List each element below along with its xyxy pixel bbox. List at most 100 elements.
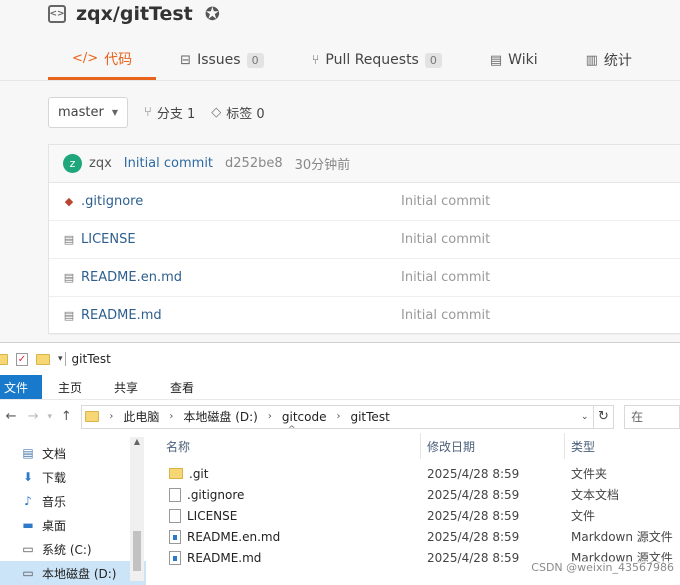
address-bar-row: ← → ▾ ↑ › 此电脑 › 本地磁盘 (D:) › gitcode › gi…	[0, 399, 680, 433]
download-icon: ⬇	[20, 470, 36, 484]
commit-author[interactable]: zqx	[89, 156, 112, 171]
chevron-down-icon[interactable]: ⌄	[577, 412, 593, 422]
nav-item-documents[interactable]: ▤ 文档	[0, 441, 146, 465]
file-name-link[interactable]: README.en.md	[81, 270, 401, 285]
table-row[interactable]: LICENSE 2025/4/28 8:59 文件	[160, 505, 680, 526]
nav-item-music[interactable]: ♪ 音乐	[0, 489, 146, 513]
properties-button[interactable]: ✓	[16, 353, 28, 366]
window-title: gitTest	[72, 352, 111, 366]
breadcrumb-gitcode[interactable]: gitcode	[282, 410, 327, 424]
ribbon-tab-share[interactable]: 共享	[98, 375, 154, 399]
breadcrumb-drive-d[interactable]: 本地磁盘 (D:)	[183, 408, 257, 425]
tab-issues[interactable]: ⊟ Issues 0	[156, 40, 287, 80]
search-input[interactable]: 在	[624, 405, 680, 429]
repo-tabs: </> 代码 ⊟ Issues 0 ⑂ Pull Requests 0 ▤ Wi…	[48, 40, 680, 80]
up-arrow-icon[interactable]: ↑	[55, 409, 77, 424]
table-row[interactable]: .gitignore 2025/4/28 8:59 文本文档	[160, 484, 680, 505]
back-arrow-icon[interactable]: ←	[0, 409, 22, 424]
repo-title[interactable]: zqx/gitTest	[76, 3, 193, 25]
tab-label: Wiki	[508, 52, 537, 68]
caret-down-icon: ▼	[112, 108, 118, 117]
file-row: ◆ .gitignore Initial commit	[49, 183, 680, 221]
chevron-right-icon[interactable]: ›	[109, 411, 113, 422]
table-row[interactable]: README.en.md 2025/4/28 8:59 Markdown 源文件	[160, 526, 680, 547]
drive-icon: ▭	[20, 542, 36, 556]
drive-icon: ▭	[20, 566, 36, 580]
column-headers: ^ 名称 修改日期 类型	[160, 433, 680, 459]
repo-header: <> zqx/gitTest ✪	[48, 0, 220, 28]
file-type: Markdown 源文件	[565, 528, 680, 545]
titlebar-separator	[65, 352, 66, 366]
commit-message[interactable]: Initial commit	[124, 156, 213, 171]
nav-scrollbar[interactable]: ▲	[130, 437, 144, 581]
file-commit-message[interactable]: Initial commit	[401, 194, 490, 209]
column-header-type[interactable]: 类型	[565, 433, 680, 459]
tab-wiki[interactable]: ▤ Wiki	[466, 40, 562, 80]
file-name: LICENSE	[187, 509, 237, 523]
scroll-up-icon[interactable]: ▲	[130, 437, 144, 446]
branch-name: master	[58, 105, 104, 120]
nav-item-downloads[interactable]: ⬇ 下载	[0, 465, 146, 489]
column-header-date[interactable]: 修改日期	[421, 433, 565, 459]
folder-icon	[85, 411, 99, 422]
forward-arrow-icon[interactable]: →	[22, 409, 44, 424]
ribbon-tab-home[interactable]: 主页	[42, 375, 98, 399]
commit-sha[interactable]: d252be8	[225, 156, 283, 171]
chevron-right-icon[interactable]: ›	[169, 411, 173, 422]
nav-item-drive-d[interactable]: ▭ 本地磁盘 (D:)	[0, 561, 146, 585]
breadcrumb-gittest[interactable]: gitTest	[350, 410, 389, 424]
tab-pipeline[interactable]: ⑂ 流	[656, 40, 680, 80]
branch-select[interactable]: master ▼	[48, 97, 128, 128]
latest-commit-row: z zqx Initial commit d252be8 30分钟前	[49, 145, 680, 183]
badge-icon[interactable]: ✪	[205, 4, 220, 25]
branches-link[interactable]: ⑂ 分支 1	[144, 103, 195, 122]
tab-label: 统计	[604, 50, 632, 70]
folder-icon	[36, 354, 50, 365]
chevron-right-icon[interactable]: ›	[336, 411, 340, 422]
file-name-link[interactable]: LICENSE	[81, 232, 401, 247]
pull-requests-count: 0	[425, 53, 442, 68]
chevron-right-icon[interactable]: ›	[268, 411, 272, 422]
quick-access-folder[interactable]	[0, 354, 8, 365]
recent-dropdown-icon[interactable]: ▾	[44, 412, 55, 422]
file-commit-message[interactable]: Initial commit	[401, 308, 490, 323]
file-commit-message[interactable]: Initial commit	[401, 270, 490, 285]
tab-stats[interactable]: ▥ 统计	[562, 40, 656, 80]
file-name-link[interactable]: .gitignore	[81, 194, 401, 209]
file-name-link[interactable]: README.md	[81, 308, 401, 323]
file-name-cell: LICENSE	[160, 509, 421, 523]
git-web-page: <> zqx/gitTest ✪ </> 代码 ⊟ Issues 0 ⑂ Pul…	[0, 0, 680, 342]
avatar[interactable]: z	[63, 154, 82, 173]
nav-item-desktop[interactable]: ▬ 桌面	[0, 513, 146, 537]
table-row[interactable]: .git 2025/4/28 8:59 文件夹	[160, 463, 680, 484]
bar-chart-icon: ▥	[586, 53, 598, 68]
file-type: 文本文档	[565, 486, 680, 503]
file-name: .git	[189, 467, 208, 481]
issues-count: 0	[247, 53, 264, 68]
refresh-icon[interactable]: ↻	[594, 405, 614, 429]
address-bar[interactable]: › 此电脑 › 本地磁盘 (D:) › gitcode › gitTest ⌄	[81, 405, 593, 429]
tab-pull-requests[interactable]: ⑂ Pull Requests 0	[288, 40, 466, 80]
scrollbar-thumb[interactable]	[133, 531, 141, 571]
tab-code[interactable]: </> 代码	[48, 40, 156, 80]
breadcrumb-this-pc[interactable]: 此电脑	[123, 408, 159, 425]
file-name: README.md	[187, 551, 261, 565]
tab-label: Issues	[197, 52, 241, 68]
customize-dropdown-icon[interactable]: ▾	[58, 354, 63, 364]
ribbon-tab-view[interactable]: 查看	[154, 375, 210, 399]
column-header-name[interactable]: 名称	[160, 433, 421, 459]
file-name-cell: .git	[160, 467, 421, 481]
desktop-icon: ▬	[20, 518, 36, 532]
file-row: ▤ LICENSE Initial commit	[49, 221, 680, 259]
text-file-icon	[169, 488, 181, 502]
file-date: 2025/4/28 8:59	[421, 530, 565, 544]
file-commit-message[interactable]: Initial commit	[401, 232, 490, 247]
file-name-cell: .gitignore	[160, 488, 421, 502]
tags-label: 标签 0	[226, 103, 264, 122]
nav-item-drive-c[interactable]: ▭ 系统 (C:)	[0, 537, 146, 561]
ribbon-tab-file[interactable]: 文件	[0, 375, 42, 399]
ribbon-tabs: 文件 主页 共享 查看	[0, 375, 680, 399]
nav-item-label: 本地磁盘 (D:)	[42, 565, 116, 582]
new-folder-button[interactable]	[36, 354, 50, 365]
tags-link[interactable]: ◇ 标签 0	[211, 103, 264, 122]
